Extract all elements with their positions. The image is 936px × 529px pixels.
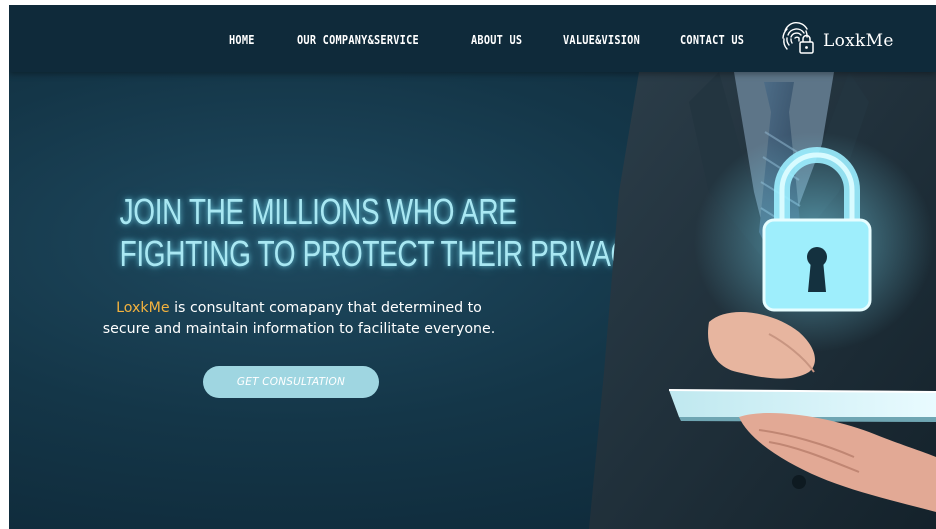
hero-businessman-image xyxy=(589,72,936,529)
hero-title-line1: JOIN THE MILLIONS WHO ARE xyxy=(119,191,517,232)
top-navbar: HOME OUR COMPANY&SERVICE ABOUT US VALUE&… xyxy=(9,5,936,72)
nav-contact-us[interactable]: CONTACT US xyxy=(680,32,744,47)
page-frame: HOME OUR COMPANY&SERVICE ABOUT US VALUE&… xyxy=(9,5,936,529)
brand-logo[interactable]: LoxkMe xyxy=(779,21,894,61)
brand-name: LoxkMe xyxy=(116,300,170,316)
get-consultation-button[interactable]: GET CONSULTATION xyxy=(203,366,379,398)
logo-text: LoxkMe xyxy=(823,31,894,51)
description-line1-rest: is consultant comapany that determined t… xyxy=(169,300,482,316)
nav-our-company-service[interactable]: OUR COMPANY&SERVICE xyxy=(297,32,419,47)
nav-home[interactable]: HOME xyxy=(229,32,255,47)
hero-description: LoxkMe is consultant comapany that deter… xyxy=(84,298,514,340)
fingerprint-lock-icon xyxy=(779,21,817,61)
hero-title-line2: FIGHTING TO PROTECT THEIR PRIVACY. xyxy=(119,233,653,274)
description-line2: secure and maintain information to facil… xyxy=(102,321,496,337)
nav-value-vision[interactable]: VALUE&VISION xyxy=(563,32,640,47)
nav-about-us[interactable]: ABOUT US xyxy=(471,32,522,47)
